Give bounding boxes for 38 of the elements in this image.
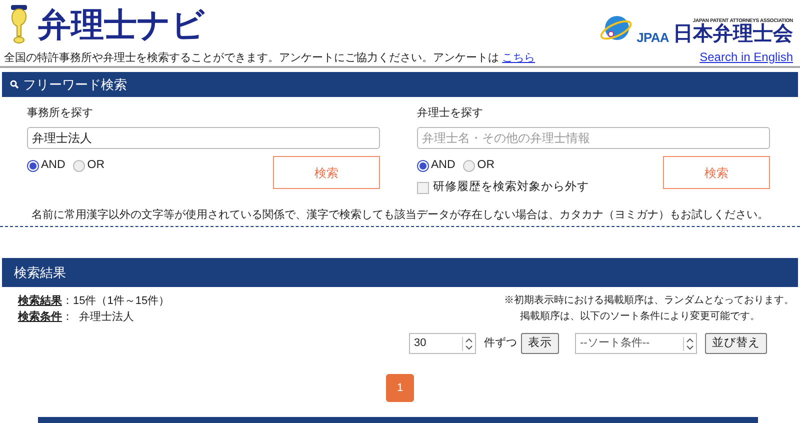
- summary-label: 検索結果: [18, 294, 62, 309]
- association-abbr: JPAA: [636, 31, 669, 44]
- checkbox-label: 研修履歴を検索対象から外す: [433, 179, 589, 196]
- search-note: 名前に常用漢字以外の文字等が使用されている関係で、漢字で検索しても該当データが存在しない場合は、カタカナ（ヨミガナ）もお試しください。: [32, 208, 768, 220]
- per-page-unit: 件ずつ: [484, 336, 517, 352]
- section-title: フリーワード検索: [23, 76, 127, 94]
- panel-label: 弁理士を探す: [417, 106, 484, 121]
- checkbox[interactable]: [417, 182, 429, 194]
- show-button[interactable]: 表示: [521, 333, 559, 354]
- sort-note: 掲載順序は、以下のソート条件により変更可能です。: [520, 310, 761, 324]
- spinner-icon: [684, 336, 696, 350]
- search-icon: [10, 80, 19, 89]
- radio-label: OR: [87, 158, 105, 173]
- radio-button[interactable]: [27, 160, 39, 172]
- summary-value: ： 弁理士法人: [62, 310, 134, 325]
- panel-label: 事務所を探す: [27, 106, 94, 121]
- survey-link[interactable]: こちら: [502, 52, 536, 64]
- english-link[interactable]: Search in English: [700, 48, 793, 66]
- spinner-icon: [463, 336, 475, 350]
- summary-label: 検索条件: [18, 310, 62, 325]
- site-description: 全国の特許事務所や弁理士を検索することができます。アンケートにご協力ください。アンケートは: [4, 52, 499, 64]
- sort-select[interactable]: --ソート条件--: [575, 333, 697, 354]
- site-title: 弁理士ナビ: [38, 8, 205, 40]
- sort-button[interactable]: 並び替え: [705, 333, 767, 354]
- radio-label: AND: [431, 158, 456, 173]
- radio-button[interactable]: [417, 160, 429, 172]
- search-field[interactable]: 弁理士名・その他の弁理士情報: [417, 127, 770, 149]
- radio-button[interactable]: [73, 160, 86, 172]
- radio-label: AND: [41, 158, 66, 173]
- sort-note: ※初期表示時における掲載順序は、ランダムとなっております。: [504, 294, 794, 308]
- radio-label: OR: [477, 158, 495, 173]
- association-name: 日本弁理士会: [673, 24, 793, 44]
- mascot-icon: [8, 4, 30, 44]
- per-page-select[interactable]: 30: [409, 333, 476, 354]
- search-field[interactable]: 弁理士法人: [27, 127, 380, 149]
- section-title: 検索結果: [14, 264, 66, 282]
- summary-value: ：15件（1件～15件）: [62, 294, 170, 309]
- radio-button[interactable]: [463, 160, 476, 172]
